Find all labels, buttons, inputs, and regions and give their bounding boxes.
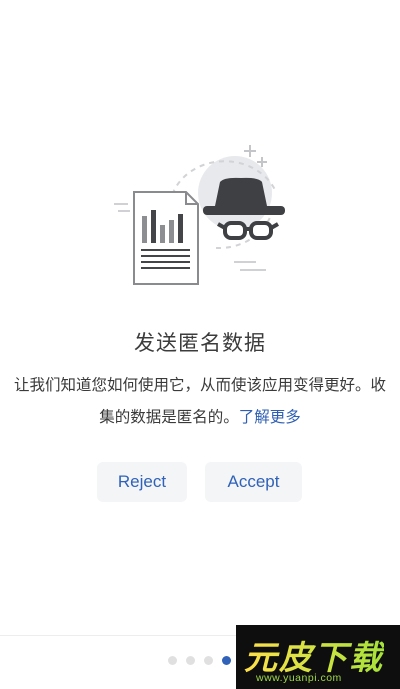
page-dot[interactable] [204, 656, 213, 665]
document-chart-icon [133, 191, 199, 285]
accept-button[interactable]: Accept [205, 462, 302, 502]
watermark-url: www.yuanpi.com [256, 672, 342, 684]
description-body: 让我们知道您如何使用它，从而使该应用变得更好。收集的数据是匿名的。 [13, 376, 386, 426]
page-indicator [168, 656, 231, 665]
page-dot[interactable] [186, 656, 195, 665]
description-text: 让我们知道您如何使用它，从而使该应用变得更好。收集的数据是匿名的。了解更多 [12, 369, 388, 433]
page-dot-active[interactable] [222, 656, 231, 665]
page-title: 发送匿名数据 [134, 331, 266, 355]
page-dot[interactable] [168, 656, 177, 665]
learn-more-link[interactable]: 了解更多 [239, 408, 301, 426]
reject-button[interactable]: Reject [97, 462, 187, 502]
anonymous-data-illustration [114, 145, 285, 285]
watermark-logo: 元皮下载 www.yuanpi.com [236, 625, 400, 689]
